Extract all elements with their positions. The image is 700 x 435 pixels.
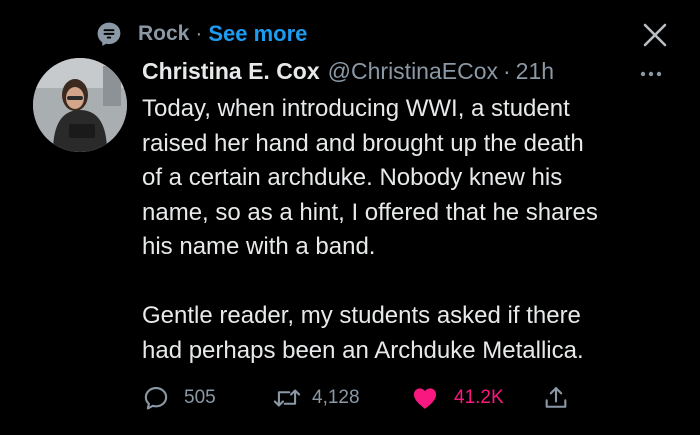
topic-label[interactable]: Rock: [138, 22, 189, 46]
retweet-button[interactable]: 4,128: [272, 382, 360, 414]
avatar[interactable]: [33, 58, 127, 152]
like-button[interactable]: 41.2K: [410, 382, 504, 414]
topic-row: Rock · See more: [96, 20, 307, 48]
retweet-icon: [273, 389, 301, 407]
reply-button[interactable]: 505: [142, 382, 216, 414]
tweet-header: Christina E. Cox @ChristinaECox · 21h: [142, 58, 554, 85]
reply-count: 505: [184, 387, 216, 408]
more-icon: [640, 71, 662, 77]
reply-icon: [144, 387, 168, 410]
retweet-count: 4,128: [312, 387, 360, 408]
time-separator: ·: [503, 58, 511, 84]
topic-icon: [97, 22, 121, 46]
avatar-image: [33, 58, 127, 152]
see-more-link[interactable]: See more: [208, 21, 307, 47]
like-count: 41.2K: [454, 387, 504, 408]
author-name[interactable]: Christina E. Cox: [142, 58, 320, 85]
share-icon: [545, 387, 567, 408]
timestamp[interactable]: 21h: [516, 58, 554, 85]
tweet-text: Today, when introducing WWI, a student r…: [142, 95, 598, 364]
topic-separator: ·: [195, 22, 203, 45]
close-icon: [643, 23, 667, 47]
share-button[interactable]: [542, 382, 570, 414]
like-icon: [413, 388, 437, 409]
more-options-button[interactable]: [636, 64, 666, 84]
author-handle[interactable]: @ChristinaECox: [328, 58, 498, 85]
close-button[interactable]: [640, 20, 670, 50]
